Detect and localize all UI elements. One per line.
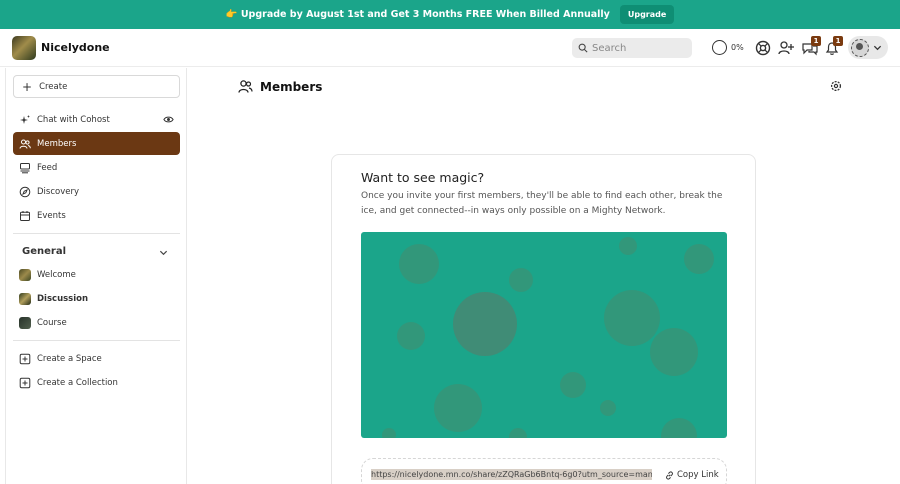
create-collection-button[interactable]: Create a Collection xyxy=(13,371,180,394)
member-bubble xyxy=(684,244,714,274)
sidebar-item-events[interactable]: Events xyxy=(13,204,180,227)
member-bubble xyxy=(397,322,425,350)
progress-percent: 0% xyxy=(731,43,744,52)
sidebar-item-discovery[interactable]: Discovery xyxy=(13,180,180,203)
create-button[interactable]: + Create xyxy=(13,75,180,98)
search-icon xyxy=(578,43,588,53)
member-bubble xyxy=(650,328,698,376)
plus-square-icon xyxy=(19,377,31,388)
sidebar-item-label: Discovery xyxy=(37,186,79,197)
sidebar-item-label: Members xyxy=(37,138,77,149)
add-user-icon xyxy=(778,41,794,55)
banner-message: 👉 Upgrade by August 1st and Get 3 Months… xyxy=(225,9,610,20)
members-illustration xyxy=(361,232,727,438)
sidebar-item-feed[interactable]: Feed xyxy=(13,156,180,179)
invite-member-button[interactable] xyxy=(777,39,795,57)
eye-icon[interactable] xyxy=(163,114,174,125)
space-item-discussion[interactable]: Discussion xyxy=(13,287,180,310)
sidebar-divider xyxy=(13,340,180,341)
create-space-button[interactable]: Create a Space xyxy=(13,347,180,370)
member-bubble xyxy=(382,428,396,438)
gear-icon[interactable] xyxy=(830,80,842,92)
sidebar: + Create Chat with Cohost Members Feed D… xyxy=(5,68,187,484)
notifications-badge: 1 xyxy=(833,36,843,46)
space-thumbnail xyxy=(19,316,31,329)
top-header: Nicelydone 0% 1 xyxy=(0,29,900,67)
notifications-button[interactable]: 1 xyxy=(823,36,843,57)
create-label: Create xyxy=(39,81,68,92)
avatar xyxy=(851,38,869,57)
member-bubble xyxy=(600,400,616,416)
sidebar-item-label: Events xyxy=(37,210,66,221)
section-title-general[interactable]: General xyxy=(22,246,66,257)
space-item-label: Course xyxy=(37,317,67,328)
progress-ring-icon xyxy=(712,40,727,55)
member-bubble xyxy=(619,237,637,255)
setup-progress[interactable]: 0% xyxy=(712,40,744,55)
create-collection-label: Create a Collection xyxy=(37,377,118,388)
invite-link-box: https://nicelydone.mn.co/share/zZQRaGb6B… xyxy=(361,458,727,484)
member-bubble xyxy=(509,268,533,292)
create-space-label: Create a Space xyxy=(37,353,102,364)
chevron-down-icon[interactable] xyxy=(159,248,168,257)
upgrade-banner: 👉 Upgrade by August 1st and Get 3 Months… xyxy=(0,0,900,29)
chat-badge: 1 xyxy=(811,36,821,46)
compass-icon xyxy=(19,186,31,197)
search-box[interactable] xyxy=(572,38,692,58)
member-bubble xyxy=(434,384,482,432)
sidebar-item-members[interactable]: Members xyxy=(13,132,180,155)
sidebar-divider xyxy=(13,233,180,234)
card-description: Once you invite your first members, they… xyxy=(361,191,723,216)
plus-icon: + xyxy=(22,79,33,94)
invite-url[interactable]: https://nicelydone.mn.co/share/zZQRaGb6B… xyxy=(371,469,652,480)
sparkle-icon xyxy=(20,114,30,124)
support-icon[interactable] xyxy=(754,39,772,57)
network-logo[interactable] xyxy=(12,36,36,60)
member-bubble xyxy=(509,428,527,438)
card-title: Want to see magic? xyxy=(361,170,485,185)
member-bubble xyxy=(560,372,586,398)
search-input[interactable] xyxy=(592,42,682,54)
member-bubble xyxy=(453,292,517,356)
feed-icon xyxy=(20,162,30,173)
user-menu[interactable] xyxy=(848,36,888,59)
space-item-label: Welcome xyxy=(37,269,76,280)
member-bubble xyxy=(399,244,439,284)
copy-link-button[interactable]: Copy Link xyxy=(665,470,719,480)
space-thumbnail xyxy=(19,268,31,281)
invite-card: Want to see magic? Once you invite your … xyxy=(331,154,756,484)
space-thumbnail xyxy=(19,292,31,305)
member-bubble xyxy=(604,290,660,346)
space-item-label: Discussion xyxy=(37,293,89,304)
sidebar-item-chat-with-cohost[interactable]: Chat with Cohost xyxy=(13,108,180,131)
space-item-welcome[interactable]: Welcome xyxy=(13,263,180,286)
calendar-icon xyxy=(20,210,30,221)
upgrade-button[interactable]: Upgrade xyxy=(619,5,675,24)
network-name[interactable]: Nicelydone xyxy=(41,41,110,54)
page-title: Members xyxy=(260,80,323,94)
sidebar-item-label: Chat with Cohost xyxy=(37,114,110,125)
link-icon xyxy=(666,470,673,480)
sidebar-item-label: Feed xyxy=(37,162,58,173)
copy-link-label: Copy Link xyxy=(677,470,719,480)
plus-square-icon xyxy=(19,353,31,364)
chevron-down-icon xyxy=(873,45,882,51)
space-item-course[interactable]: Course xyxy=(13,311,180,334)
members-icon xyxy=(238,80,253,93)
members-icon xyxy=(19,139,31,149)
member-bubble xyxy=(661,418,697,438)
chat-button[interactable]: 1 xyxy=(801,36,821,57)
